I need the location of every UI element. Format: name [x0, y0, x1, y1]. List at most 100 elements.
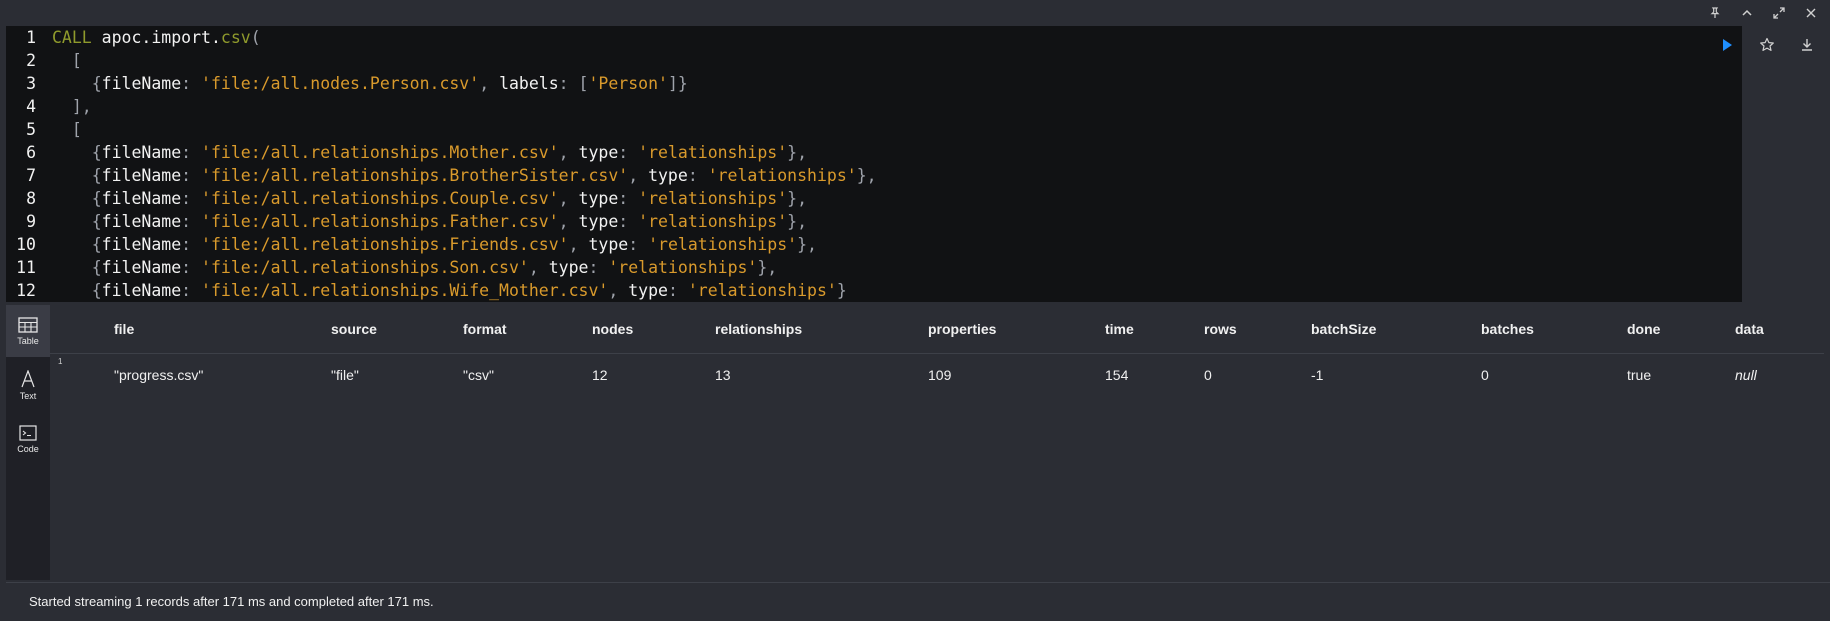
- code-line[interactable]: 2 [: [6, 49, 1742, 72]
- column-header[interactable]: batches: [1481, 321, 1534, 337]
- column-header[interactable]: data: [1735, 321, 1764, 337]
- code-line[interactable]: 6 {fileName: 'file:/all.relationships.Mo…: [6, 141, 1742, 164]
- line-number: 11: [16, 258, 36, 277]
- mode-text[interactable]: Text: [6, 359, 50, 411]
- code-line[interactable]: 4 ],: [6, 95, 1742, 118]
- code-token: fileName: [101, 166, 182, 185]
- close-icon[interactable]: [1804, 6, 1818, 20]
- code-line[interactable]: 3 {fileName: 'file:/all.nodes.Person.csv…: [6, 72, 1742, 95]
- status-bar: Started streaming 1 records after 171 ms…: [6, 582, 1830, 621]
- table-cell[interactable]: 12: [592, 367, 608, 383]
- column-header[interactable]: relationships: [715, 321, 802, 337]
- code-token: 'relationships': [638, 143, 788, 162]
- code-token: labels: [499, 74, 559, 93]
- header-divider: [50, 353, 1824, 354]
- table-cell[interactable]: 109: [928, 367, 951, 383]
- table-cell[interactable]: true: [1627, 367, 1651, 383]
- code-line[interactable]: 10 {fileName: 'file:/all.relationships.F…: [6, 233, 1742, 256]
- code-token: 'Person': [588, 74, 668, 93]
- code-token: 'file:/all.relationships.Friends.csv': [201, 235, 569, 254]
- code-token: fileName: [101, 235, 182, 254]
- code-line[interactable]: 12 {fileName: 'file:/all.relationships.W…: [6, 279, 1742, 302]
- code-token: },: [856, 166, 877, 185]
- code-token: 'file:/all.relationships.Son.csv': [201, 258, 529, 277]
- code-line[interactable]: 1 CALL apoc.import.csv(: [6, 26, 1742, 49]
- code-token: 'file:/all.relationships.Father.csv': [201, 212, 559, 231]
- table-cell[interactable]: -1: [1311, 367, 1323, 383]
- download-icon[interactable]: [1798, 36, 1816, 54]
- code-token: 'file:/all.relationships.Mother.csv': [201, 143, 559, 162]
- code-token: {: [52, 258, 102, 277]
- table-cell[interactable]: "file": [331, 367, 359, 383]
- column-header[interactable]: source: [331, 321, 377, 337]
- expand-icon[interactable]: [1772, 6, 1786, 20]
- code-token: {: [52, 235, 102, 254]
- code-token: 'relationships': [648, 235, 798, 254]
- code-token: },: [787, 189, 808, 208]
- code-token: :: [181, 235, 202, 254]
- code-token: 'file:/all.relationships.BrotherSister.c…: [201, 166, 629, 185]
- code-token: ,: [558, 212, 579, 231]
- pin-icon[interactable]: [1708, 6, 1722, 20]
- column-header[interactable]: batchSize: [1311, 321, 1376, 337]
- view-mode-bar: Table Text Code: [6, 305, 50, 580]
- table-cell[interactable]: 154: [1105, 367, 1128, 383]
- frame-controls: [1708, 6, 1818, 20]
- table-cell[interactable]: 13: [715, 367, 731, 383]
- code-line[interactable]: 8 {fileName: 'file:/all.relationships.Co…: [6, 187, 1742, 210]
- line-number: 5: [26, 120, 36, 139]
- column-header[interactable]: format: [463, 321, 507, 337]
- chevron-up-icon[interactable]: [1740, 6, 1754, 20]
- table-cell[interactable]: null: [1735, 367, 1757, 383]
- code-line[interactable]: 11 {fileName: 'file:/all.relationships.S…: [6, 256, 1742, 279]
- code-token: type: [588, 235, 629, 254]
- code-line[interactable]: 7 {fileName: 'file:/all.relationships.Br…: [6, 164, 1742, 187]
- code-token: },: [787, 212, 808, 231]
- code-token: [: [52, 120, 82, 139]
- code-line[interactable]: 9 {fileName: 'file:/all.relationships.Fa…: [6, 210, 1742, 233]
- column-header[interactable]: rows: [1204, 321, 1237, 337]
- code-token: ,: [528, 258, 549, 277]
- text-icon: [21, 369, 35, 387]
- line-number: 7: [26, 166, 36, 185]
- code-token: :: [667, 281, 688, 300]
- code-token: [: [52, 51, 82, 70]
- column-header[interactable]: file: [114, 321, 134, 337]
- mode-table[interactable]: Table: [6, 305, 50, 357]
- mode-code[interactable]: Code: [6, 413, 50, 465]
- code-token: csv: [220, 28, 251, 47]
- run-icon[interactable]: [1718, 36, 1736, 54]
- code-token: type: [578, 189, 619, 208]
- code-token: :: [628, 235, 649, 254]
- line-number: 1: [26, 28, 36, 47]
- star-icon[interactable]: [1758, 36, 1776, 54]
- line-number: 10: [16, 235, 36, 254]
- code-token: 'relationships': [638, 189, 788, 208]
- column-header[interactable]: time: [1105, 321, 1134, 337]
- table-cell[interactable]: "progress.csv": [114, 367, 203, 383]
- column-header[interactable]: nodes: [592, 321, 633, 337]
- query-editor[interactable]: 1 CALL apoc.import.csv(2 [3 {fileName: 'f…: [6, 26, 1742, 302]
- code-token: :: [181, 74, 202, 93]
- code-token: 'file:/all.relationships.Couple.csv': [201, 189, 559, 208]
- code-token: {: [52, 74, 102, 93]
- column-header[interactable]: done: [1627, 321, 1660, 337]
- code-token: 'relationships': [638, 212, 788, 231]
- code-token: ,: [558, 143, 579, 162]
- code-token: {: [52, 166, 102, 185]
- code-token: CALL: [52, 28, 102, 47]
- line-number: 2: [26, 51, 36, 70]
- code-token: 'file:/all.relationships.Wife_Mother.csv…: [201, 281, 609, 300]
- code-token: type: [648, 166, 688, 185]
- code-line[interactable]: 5 [: [6, 118, 1742, 141]
- table-cell[interactable]: 0: [1481, 367, 1489, 383]
- code-token: fileName: [101, 189, 182, 208]
- column-header[interactable]: properties: [928, 321, 996, 337]
- code-token: [: [578, 74, 589, 93]
- table-cell[interactable]: 0: [1204, 367, 1212, 383]
- table-cell[interactable]: "csv": [463, 367, 494, 383]
- code-token: ]}: [667, 74, 688, 93]
- code-token: type: [548, 258, 589, 277]
- code-token: fileName: [101, 281, 182, 300]
- code-token: ,: [479, 74, 500, 93]
